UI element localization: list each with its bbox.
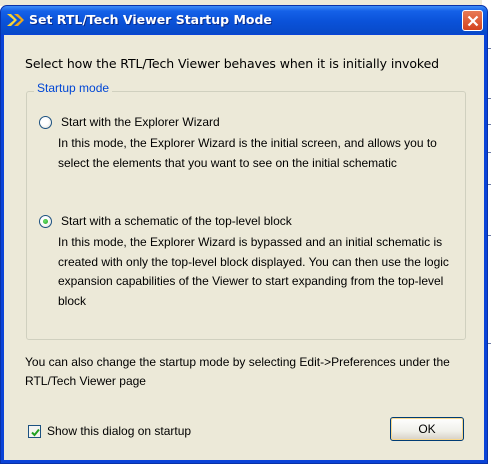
preferences-note: You can also change the startup mode by … [25, 355, 450, 388]
title-bar[interactable]: Set RTL/Tech Viewer Startup Mode [1, 6, 487, 34]
dialog-client-area: Select how the RTL/Tech Viewer behaves w… [4, 35, 484, 460]
close-button[interactable] [462, 10, 483, 31]
dialog-title: Set RTL/Tech Viewer Startup Mode [29, 12, 272, 27]
xilinx-logo-icon [6, 12, 26, 28]
radio-button-explorer-wizard[interactable] [39, 115, 52, 129]
dialog-heading: Select how the RTL/Tech Viewer behaves w… [25, 56, 440, 71]
radio-button-top-level-schematic[interactable] [39, 214, 52, 228]
radio-label-explorer-wizard[interactable]: Start with the Explorer Wizard [61, 115, 220, 129]
show-on-startup-option[interactable]: Show this dialog on startup [28, 424, 191, 438]
checkmark-icon [31, 428, 40, 436]
explorer-wizard-description: In this mode, the Explorer Wizard is the… [58, 136, 437, 170]
startup-mode-group-label: Startup mode [34, 81, 113, 95]
show-on-startup-label[interactable]: Show this dialog on startup [47, 424, 191, 438]
radio-label-top-level-schematic[interactable]: Start with a schematic of the top-level … [61, 214, 292, 228]
ok-button[interactable]: OK [390, 417, 464, 441]
startup-mode-dialog: Set RTL/Tech Viewer Startup Mode Select … [0, 5, 488, 464]
radio-option-explorer-wizard[interactable]: Start with the Explorer Wizard [39, 115, 220, 129]
top-level-schematic-description: In this mode, the Explorer Wizard is byp… [58, 235, 449, 308]
show-on-startup-checkbox[interactable] [28, 424, 41, 438]
close-icon [467, 15, 479, 27]
radio-option-top-level-schematic[interactable]: Start with a schematic of the top-level … [39, 214, 292, 228]
